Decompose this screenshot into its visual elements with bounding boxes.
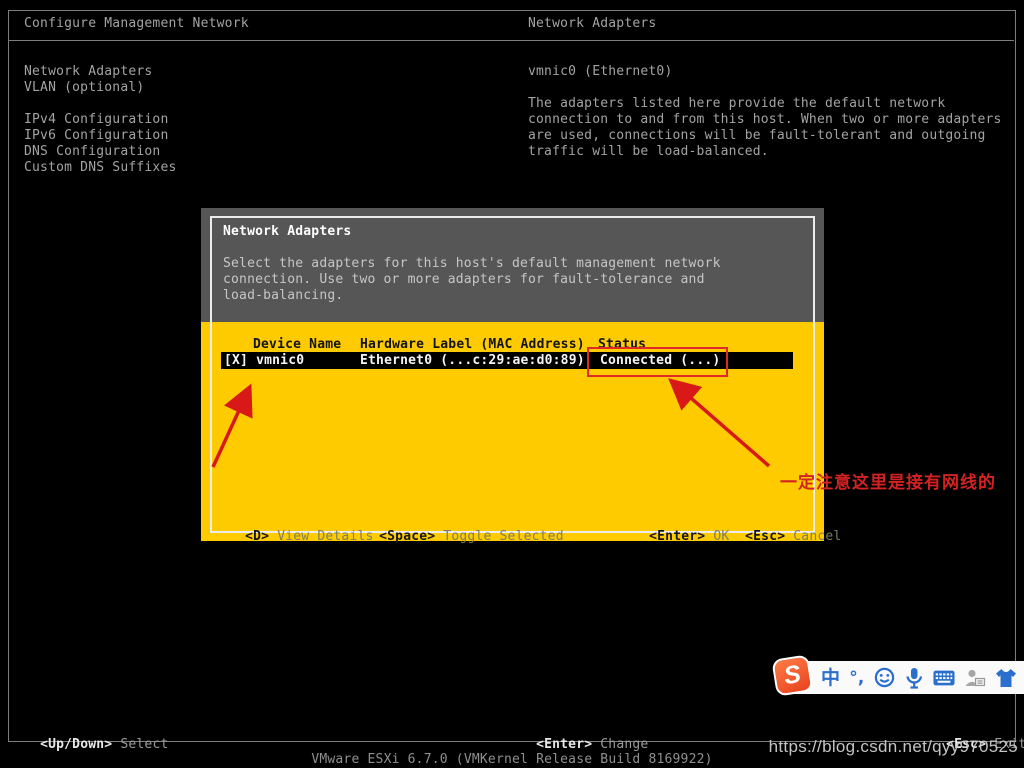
voice-input-icon[interactable]	[904, 666, 924, 690]
ime-toolbar[interactable]: S 中 °,	[779, 661, 1024, 694]
column-header-hardware-label: Hardware Label (MAC Address)	[360, 338, 585, 352]
dialog-title: Network Adapters	[223, 224, 351, 240]
account-icon[interactable]	[964, 666, 986, 690]
emoji-icon[interactable]	[874, 666, 895, 690]
hint-cancel: <Esc> Cancel	[713, 513, 841, 561]
statusbar-select: <Up/Down> Select	[24, 721, 169, 753]
menu-item-vlan[interactable]: VLAN (optional)	[24, 80, 177, 96]
column-header-device-name: Device Name	[253, 338, 341, 352]
soft-keyboard-icon[interactable]	[933, 666, 955, 690]
title-divider	[9, 40, 1014, 41]
key-d: <D>	[245, 529, 277, 544]
adapter-row-hardware[interactable]: Ethernet0 (...c:29:ae:d0:89)	[360, 353, 585, 369]
key-space: <Space>	[379, 529, 443, 544]
ime-punctuation-icon[interactable]: °,	[849, 666, 864, 690]
menu-item-network-adapters[interactable]: Network Adapters	[24, 64, 177, 80]
screen-title: Configure Management Network	[24, 16, 249, 32]
menu-item-dns[interactable]: DNS Configuration	[24, 144, 177, 160]
key-esc: <Esc>	[745, 529, 793, 544]
adapter-description: The adapters listed here provide the def…	[528, 96, 1010, 160]
hint-label: Toggle Selected	[443, 529, 563, 544]
key-enter: <Enter>	[536, 737, 600, 752]
menu-item-custom-dns-suffixes[interactable]: Custom DNS Suffixes	[24, 160, 177, 176]
skin-icon[interactable]	[995, 666, 1017, 690]
ime-language-mode-icon[interactable]: 中	[821, 666, 840, 690]
hint-label: Cancel	[793, 529, 841, 544]
dialog-description: Select the adapters for this host's defa…	[223, 256, 739, 304]
annotation-highlight-box	[587, 347, 728, 377]
statusbar-label: Select	[120, 737, 168, 752]
key-enter: <Enter>	[649, 529, 713, 544]
key-updown: <Up/Down>	[40, 737, 120, 752]
statusbar-label: Change	[600, 737, 648, 752]
menu-item-ipv6[interactable]: IPv6 Configuration	[24, 128, 177, 144]
annotation-text: 一定注意这里是接有网线的	[780, 468, 996, 493]
adapter-heading: vmnic0 (Ethernet0)	[528, 64, 672, 80]
menu-item-ipv4[interactable]: IPv4 Configuration	[24, 112, 177, 128]
csdn-watermark: https://blog.csdn.net/qyy970525	[769, 737, 1018, 757]
adapter-row-device[interactable]: [X] vmnic0	[224, 353, 304, 369]
esxi-dcui-screen: { "screen": { "title_left": "Configure M…	[0, 0, 1024, 768]
statusbar-change: <Enter> Change	[520, 721, 648, 753]
network-adapters-dialog: Network Adapters Select the adapters for…	[201, 208, 824, 541]
config-menu: Network Adapters VLAN (optional) IPv4 Co…	[24, 64, 177, 176]
hint-toggle-selected: <Space> Toggle Selected	[347, 513, 564, 561]
screen-section-title: Network Adapters	[528, 16, 656, 32]
sogou-logo-icon[interactable]: S	[771, 654, 813, 696]
